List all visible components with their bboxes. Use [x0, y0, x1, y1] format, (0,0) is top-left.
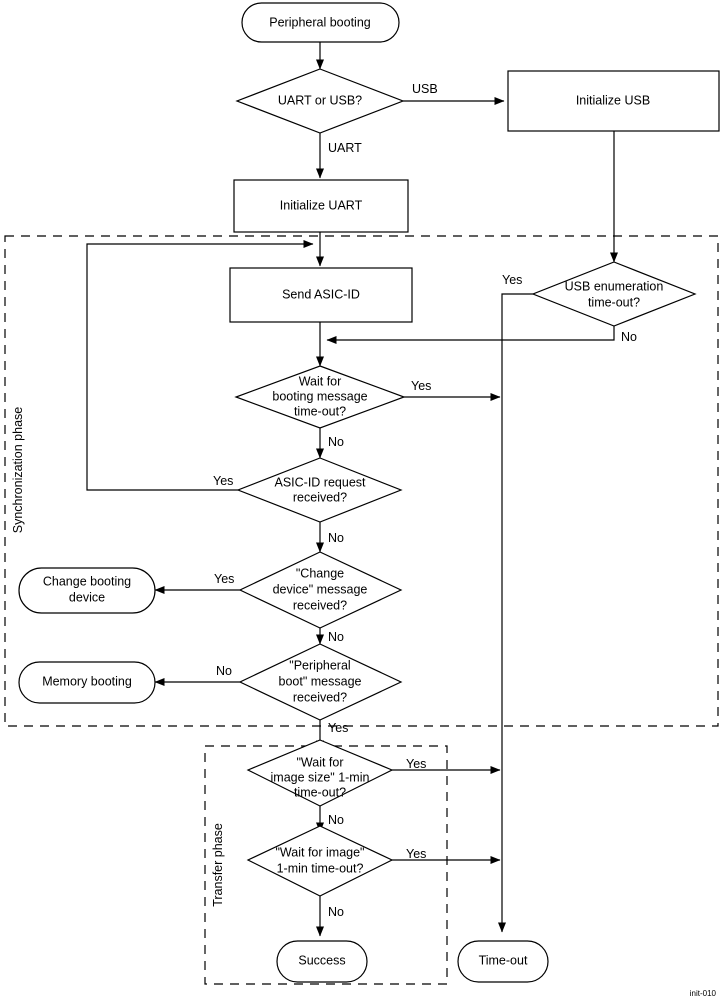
node-asic-id-request-label-1: ASIC-ID request [274, 475, 366, 489]
node-change-device-msg-label-1: "Change [296, 566, 344, 580]
node-wait-image-size-label-1: "Wait for [296, 755, 343, 769]
node-peripheral-boot-msg-label-1: "Peripheral [289, 658, 350, 672]
node-peripheral-boot-msg-label-3: received? [293, 690, 347, 704]
edge-usb-enum-no-to-main [326, 326, 615, 344]
edge-label-periph-boot-no: No [216, 664, 232, 678]
node-wait-image-label-1: "Wait for image" [276, 845, 365, 859]
phase-label-transfer: Transfer phase [211, 823, 225, 907]
node-wait-boot-msg-label-3: time-out? [294, 404, 346, 418]
node-wait-boot-msg-label-2: booting message [272, 389, 367, 403]
node-usb-enum-timeout-label-2: time-out? [588, 295, 640, 309]
node-init-usb-label: Initialize USB [576, 93, 650, 107]
edge-label-wait-image-no: No [328, 905, 344, 919]
node-peripheral-boot-msg-label-2: boot" message [279, 674, 362, 688]
node-usb-enum-timeout-label-1: USB enumeration [565, 279, 664, 293]
node-uart-or-usb-label: UART or USB? [278, 93, 362, 107]
edge-label-uart: UART [328, 141, 362, 155]
flowchart-svg: Synchronization phase Transfer phase Per… [4, 2, 720, 998]
flowchart-canvas: Synchronization phase Transfer phase Per… [0, 0, 721, 1006]
node-change-booting-device-label-2: device [69, 590, 105, 604]
edge-label-asic-req-no: No [328, 531, 344, 545]
node-timeout-label: Time-out [479, 953, 528, 967]
node-wait-boot-msg-label-1: Wait for [299, 374, 342, 388]
edge-label-usb: USB [412, 82, 438, 96]
edge-usb-enum-yes-to-timeout [498, 293, 533, 933]
edge-label-usb-enum-no: No [621, 330, 637, 344]
node-change-device-msg-label-2: device" message [273, 582, 368, 596]
phase-label-synchronization: Synchronization phase [11, 407, 25, 534]
node-success-label: Success [298, 953, 345, 967]
node-wait-image-size-label-2: image size" 1-min [271, 770, 370, 784]
edge-label-wait-boot-no: No [328, 435, 344, 449]
edge-label-wait-boot-yes: Yes [411, 379, 431, 393]
node-start-label: Peripheral booting [269, 15, 371, 29]
node-memory-booting-label: Memory booting [42, 674, 132, 688]
node-asic-id-request-label-2: received? [293, 490, 347, 504]
node-change-booting-device-label-1: Change booting [43, 574, 131, 588]
edge-label-change-dev-yes: Yes [214, 572, 234, 586]
node-wait-image-label-2: 1-min time-out? [277, 861, 364, 875]
edge-label-img-size-yes: Yes [406, 757, 426, 771]
edge-label-img-size-no: No [328, 813, 344, 827]
node-change-device-msg-label-3: received? [293, 598, 347, 612]
edge-label-wait-image-yes: Yes [406, 847, 426, 861]
node-wait-image-size-label-3: time-out? [294, 785, 346, 799]
diagram-corner-label: init-010 [690, 989, 717, 998]
node-send-asic-id-label: Send ASIC-ID [282, 287, 360, 301]
node-usb-enum-timeout-shape[interactable] [531, 261, 697, 327]
edge-label-asic-req-yes: Yes [213, 474, 233, 488]
edge-label-periph-boot-yes: Yes [328, 721, 348, 735]
node-init-uart-label: Initialize UART [280, 198, 363, 212]
edge-label-change-dev-no: No [328, 630, 344, 644]
edge-label-usb-enum-yes: Yes [502, 273, 522, 287]
